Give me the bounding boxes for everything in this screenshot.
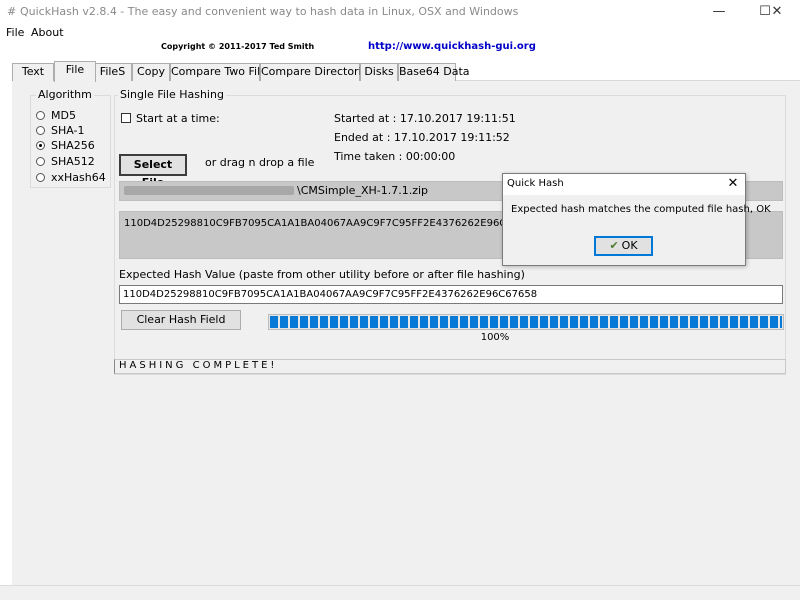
menu-bar xyxy=(0,24,800,42)
ok-label: OK xyxy=(621,239,638,252)
radio-label: xxHash64 xyxy=(51,171,106,184)
tab-files[interactable]: FileS xyxy=(93,63,132,81)
redacted-path-blur xyxy=(124,186,294,195)
tab-text[interactable]: Text xyxy=(12,63,54,81)
minimize-button[interactable]: — xyxy=(696,0,742,24)
expected-hash-input[interactable] xyxy=(119,285,783,304)
radio-md5[interactable]: MD5 xyxy=(36,109,76,124)
radio-label: SHA-1 xyxy=(51,124,85,137)
computed-hash-text: 110D4D25298810C9FB7095CA1A1BA04067AA9C9F… xyxy=(124,218,539,229)
dialog-close-icon[interactable]: ✕ xyxy=(724,175,742,193)
file-path-text: \CMSimple_XH-1.7.1.zip xyxy=(297,184,429,197)
progress-percent: 100% xyxy=(480,332,510,343)
progress-bar xyxy=(268,314,784,330)
menu-about[interactable]: About xyxy=(31,26,64,39)
menu-file[interactable]: File xyxy=(6,26,24,39)
close-button[interactable]: ✕ xyxy=(754,0,800,24)
tab-compare-directories[interactable]: Compare Directories xyxy=(260,63,374,81)
tab-file[interactable]: File xyxy=(54,61,96,82)
window-bottom-edge xyxy=(0,585,800,600)
radio-xxhash64[interactable]: xxHash64 xyxy=(36,171,106,186)
checkmark-icon: ✔ xyxy=(609,239,619,252)
radio-selected-icon xyxy=(36,141,45,150)
dialog-message: Expected hash matches the computed file … xyxy=(511,204,771,215)
drag-drop-hint: or drag n drop a file xyxy=(205,156,315,169)
window-title: QuickHash v2.8.4 - The easy and convenie… xyxy=(20,5,519,18)
radio-label: SHA512 xyxy=(51,155,95,168)
radio-circle-icon xyxy=(36,111,45,120)
radio-label: SHA256 xyxy=(51,139,95,152)
start-at-time-checkbox[interactable]: Start at a time: xyxy=(121,112,220,125)
time-taken-text: Time taken : 00:00:00 xyxy=(334,150,456,163)
expected-hash-label: Expected Hash Value (paste from other ut… xyxy=(119,268,525,281)
radio-label: MD5 xyxy=(51,109,76,122)
dialog-ok-button[interactable]: ✔ OK xyxy=(594,236,653,256)
radio-circle-icon xyxy=(36,126,45,135)
progress-fill xyxy=(270,316,782,328)
start-at-time-label: Start at a time: xyxy=(136,112,220,125)
single-file-hashing-legend: Single File Hashing xyxy=(118,88,226,101)
tab-base64-data[interactable]: Base64 Data xyxy=(398,63,470,81)
status-text: HASHING COMPLETE! xyxy=(119,360,278,371)
algorithm-legend: Algorithm xyxy=(36,88,94,101)
tab-disks[interactable]: Disks xyxy=(360,63,398,81)
select-file-button[interactable]: Select File xyxy=(119,154,187,189)
radio-sha512[interactable]: SHA512 xyxy=(36,155,95,170)
dialog-title: Quick Hash xyxy=(507,178,564,189)
tab-compare-two-files[interactable]: Compare Two Files xyxy=(170,63,273,81)
started-at-text: Started at : 17.10.2017 19:11:51 xyxy=(334,112,516,125)
hash-icon: # xyxy=(7,5,17,18)
radio-sha256[interactable]: SHA256 xyxy=(36,139,95,154)
tab-copy[interactable]: Copy xyxy=(132,63,170,81)
website-link[interactable]: http://www.quickhash-gui.org xyxy=(368,41,536,52)
ended-at-text: Ended at : 17.10.2017 19:11:52 xyxy=(334,131,510,144)
copyright-text: Copyright © 2011-2017 Ted Smith xyxy=(161,42,315,51)
radio-circle-icon xyxy=(36,173,45,182)
checkbox-icon xyxy=(121,113,131,123)
tab-strip: Text File FileS Copy Compare Two Files C… xyxy=(12,61,470,82)
radio-sha1[interactable]: SHA-1 xyxy=(36,124,85,139)
radio-circle-icon xyxy=(36,157,45,166)
clear-hash-field-button[interactable]: Clear Hash Field xyxy=(121,310,241,330)
